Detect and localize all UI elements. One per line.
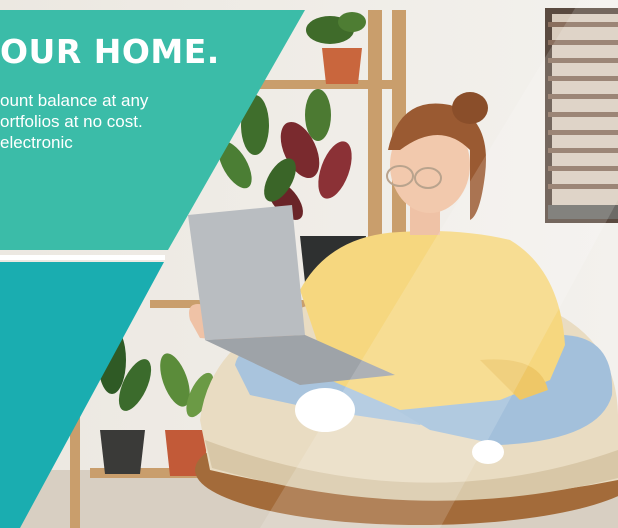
body-copy: ount balance at any ortfolios at no cost… <box>0 90 200 153</box>
hero-photo <box>0 0 618 528</box>
body-line: ortfolios at no cost. <box>0 112 143 131</box>
divider-line <box>0 255 165 260</box>
body-line: electronic <box>0 133 73 152</box>
headline: OUR HOME. <box>0 32 220 71</box>
body-line: ount balance at any <box>0 91 149 110</box>
